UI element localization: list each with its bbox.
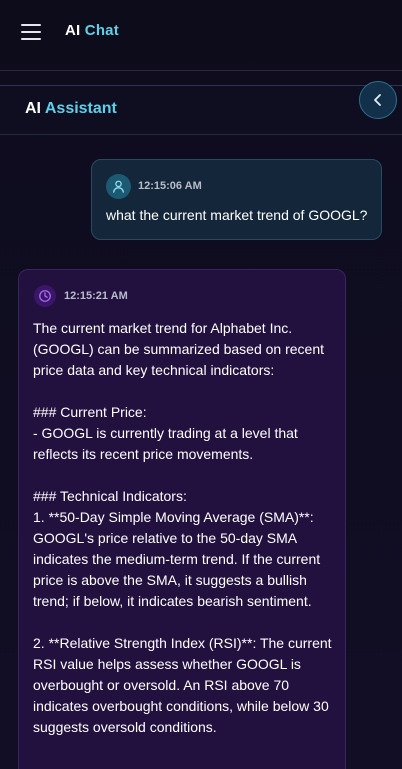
app-title: AI Chat <box>65 22 119 39</box>
message-timestamp: 12:15:21 AM <box>64 290 128 302</box>
panel-title-part1: AI <box>25 100 41 117</box>
message-paragraph: 1. **50-Day Simple Moving Average (SMA)*… <box>33 509 321 609</box>
message-heading: ### Technical Indicators: <box>33 488 187 504</box>
chat-app: AI Chat AI Assistant 12:15:06 AM what th… <box>0 0 402 769</box>
collapse-panel-button[interactable] <box>359 81 397 119</box>
user-icon <box>112 180 125 193</box>
avatar <box>106 174 131 199</box>
divider <box>0 70 402 71</box>
user-message: 12:15:06 AM what the current market tren… <box>91 159 382 240</box>
app-title-part2: Chat <box>84 22 119 39</box>
hamburger-menu-icon[interactable] <box>21 24 41 40</box>
message-paragraph: The current market trend for Alphabet In… <box>33 320 325 378</box>
message-heading: ### Current Price: <box>33 404 147 420</box>
panel-title: AI Assistant <box>25 100 117 118</box>
message-text: what the current market trend of GOOGL? <box>106 207 368 223</box>
message-timestamp: 12:15:06 AM <box>138 180 202 192</box>
assistant-message: 12:15:21 AM The current market trend for… <box>18 269 346 769</box>
avatar <box>34 285 56 307</box>
clock-icon <box>39 290 51 302</box>
message-paragraph: 2. **Relative Strength Index (RSI)**: Th… <box>33 635 332 735</box>
message-text: The current market trend for Alphabet In… <box>33 318 338 738</box>
assistant-panel-header: AI Assistant <box>0 85 402 135</box>
top-bar: AI Chat <box>0 0 402 62</box>
chevron-left-icon <box>374 94 381 106</box>
app-title-part1: AI <box>65 22 81 39</box>
message-paragraph: - GOOGL is currently trading at a level … <box>33 425 298 462</box>
panel-title-part2: Assistant <box>44 100 117 117</box>
